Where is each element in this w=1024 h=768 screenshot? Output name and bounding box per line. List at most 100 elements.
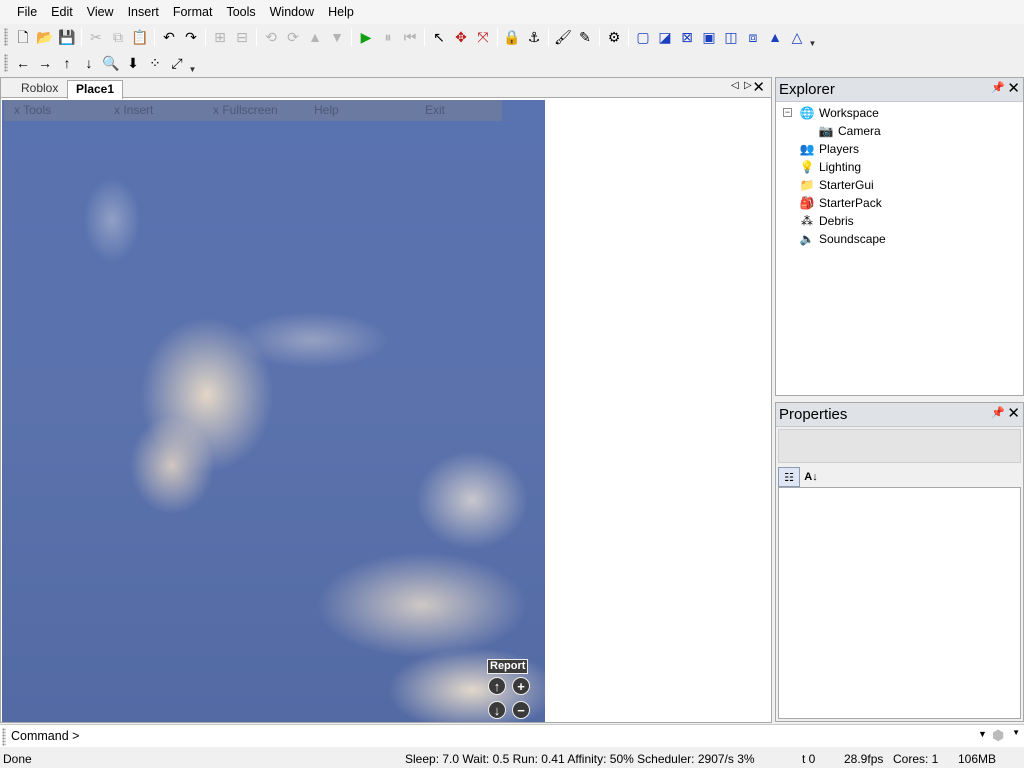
game-viewport[interactable]: x Tools x Insert x Fullscreen Help Exit …: [2, 100, 545, 722]
explorer-item-players[interactable]: 👥 Players: [776, 140, 1023, 158]
fullscreen-icon[interactable]: ⤢: [166, 52, 188, 74]
game-menu-exit[interactable]: Exit: [425, 103, 445, 117]
camera-tilt-up-icon[interactable]: ↑: [488, 677, 506, 695]
explorer-item-soundscape[interactable]: 🔈 Soundscape: [776, 230, 1023, 248]
pin-icon[interactable]: 📌: [991, 406, 1005, 419]
globe-icon: 🌐: [799, 106, 815, 120]
resize-icon[interactable]: ⤧: [472, 26, 494, 48]
camera-down-icon[interactable]: ⬇: [122, 52, 144, 74]
menu-format[interactable]: Format: [166, 0, 220, 24]
cut-icon[interactable]: ✂: [85, 26, 107, 48]
menu-view[interactable]: View: [80, 0, 121, 24]
explorer-item-label: StarterPack: [819, 196, 882, 210]
alphabetical-sort-icon[interactable]: A↓: [800, 467, 822, 487]
explorer-item-starterpack[interactable]: 🎒 StarterPack: [776, 194, 1023, 212]
zoom-to-icon[interactable]: 🔍: [100, 52, 122, 74]
camera-zoom-in-icon[interactable]: +: [512, 677, 530, 695]
surface-icon[interactable]: ▢: [632, 26, 654, 48]
menu-tools[interactable]: Tools: [219, 0, 262, 24]
status-cores: Cores: 1: [893, 752, 939, 766]
pan-left-icon[interactable]: ←: [12, 52, 34, 74]
close-tab-icon[interactable]: ✕: [752, 78, 765, 96]
tab-roblox[interactable]: Roblox: [13, 80, 66, 98]
tilt-icon[interactable]: ⟳: [282, 26, 304, 48]
explorer-item-workspace[interactable]: − 🌐 Workspace: [776, 104, 1023, 122]
command-bar: Command > ▼ ⬢ ▼: [0, 724, 1024, 747]
toolbar-overflow-icon[interactable]: ▼: [1012, 728, 1020, 737]
reset-icon[interactable]: ⏮: [399, 26, 421, 48]
explorer-item-startergui[interactable]: 📁 StarterGui: [776, 176, 1023, 194]
toolbar-grip[interactable]: [4, 28, 8, 46]
tab-scroll-left-icon[interactable]: ◁: [731, 80, 739, 91]
close-icon[interactable]: ✕: [1007, 79, 1020, 97]
collapse-icon[interactable]: −: [783, 108, 792, 117]
surface-universal-icon[interactable]: ⧈: [742, 26, 764, 48]
toolbar-overflow-icon[interactable]: ▼: [808, 26, 817, 48]
weld-icon[interactable]: ⚙: [603, 26, 625, 48]
lock-icon[interactable]: 🔒: [501, 26, 523, 48]
game-menu-help[interactable]: Help: [314, 103, 339, 117]
pan-down-icon[interactable]: ↓: [78, 52, 100, 74]
explorer-title: Explorer: [779, 81, 835, 98]
paint-icon[interactable]: 🖌: [552, 26, 574, 48]
surface-hinge-icon[interactable]: ▲: [764, 26, 786, 48]
explorer-item-debris[interactable]: ⁂ Debris: [776, 212, 1023, 230]
command-grip[interactable]: [2, 728, 6, 746]
surface-glue-icon[interactable]: ◪: [654, 26, 676, 48]
toolbar-overflow-icon[interactable]: ▼: [188, 52, 197, 74]
ungroup-icon[interactable]: ⊟: [231, 26, 253, 48]
camera-zoom-out-icon[interactable]: −: [512, 701, 530, 719]
tab-scroll-right-icon[interactable]: ▷: [744, 80, 752, 91]
toolbar-separator: [205, 28, 206, 46]
surface-weld-icon[interactable]: ⊠: [676, 26, 698, 48]
menu-window[interactable]: Window: [263, 0, 321, 24]
game-menu-insert[interactable]: x Insert: [114, 103, 153, 117]
move-icon[interactable]: ✥: [450, 26, 472, 48]
undo-icon[interactable]: ↶: [158, 26, 180, 48]
explorer-item-label: StarterGui: [819, 178, 874, 192]
execute-icon[interactable]: ⬢: [992, 727, 1008, 743]
menu-help[interactable]: Help: [321, 0, 361, 24]
explorer-item-lighting[interactable]: 💡 Lighting: [776, 158, 1023, 176]
dropper-icon[interactable]: ✎: [574, 26, 596, 48]
pause-icon[interactable]: ⏸: [377, 26, 399, 48]
move-down-icon[interactable]: ▼: [326, 26, 348, 48]
group-icon[interactable]: ⊞: [209, 26, 231, 48]
copy-icon[interactable]: ⧉: [107, 26, 129, 48]
menu-file[interactable]: File: [10, 0, 44, 24]
play-icon[interactable]: ▶: [355, 26, 377, 48]
game-menu-tools[interactable]: x Tools: [14, 103, 51, 117]
tab-place1[interactable]: Place1: [67, 80, 124, 99]
game-menu-fullscreen[interactable]: x Fullscreen: [213, 103, 278, 117]
surface-studs-icon[interactable]: ▣: [698, 26, 720, 48]
anchor-icon[interactable]: ⚓: [523, 26, 545, 48]
rotate-icon[interactable]: ⟲: [260, 26, 282, 48]
paste-icon[interactable]: 📋: [129, 26, 151, 48]
categorized-view-icon[interactable]: ☷: [778, 467, 800, 487]
new-file-icon[interactable]: 🗋: [12, 26, 34, 48]
menu-insert[interactable]: Insert: [121, 0, 166, 24]
camera-tilt-down-icon[interactable]: ↓: [488, 701, 506, 719]
move-up-icon[interactable]: ▲: [304, 26, 326, 48]
save-icon[interactable]: 💾: [56, 26, 78, 48]
explorer-item-label: Workspace: [819, 106, 879, 120]
close-icon[interactable]: ✕: [1007, 404, 1020, 422]
surface-inlet-icon[interactable]: ◫: [720, 26, 742, 48]
open-folder-icon[interactable]: 📂: [34, 26, 56, 48]
report-button[interactable]: Report: [487, 659, 529, 674]
menu-edit[interactable]: Edit: [44, 0, 80, 24]
zoom-extents-icon[interactable]: ⁘: [144, 52, 166, 74]
pan-right-icon[interactable]: →: [34, 52, 56, 74]
command-dropdown-icon[interactable]: ▼: [978, 729, 987, 739]
explorer-item-camera[interactable]: 📷 Camera: [776, 122, 1023, 140]
explorer-item-label: Camera: [838, 124, 881, 138]
surface-motor-icon[interactable]: △: [786, 26, 808, 48]
pan-up-icon[interactable]: ↑: [56, 52, 78, 74]
explorer-panel: Explorer 📌 ✕ − 🌐 Workspace 📷 Camera 👥 Players 💡…: [775, 77, 1024, 396]
toolbar-separator: [548, 28, 549, 46]
select-icon[interactable]: ↖: [428, 26, 450, 48]
redo-icon[interactable]: ↷: [180, 26, 202, 48]
command-input[interactable]: [82, 727, 972, 745]
toolbar-grip[interactable]: [4, 54, 8, 72]
pin-icon[interactable]: 📌: [991, 81, 1005, 94]
